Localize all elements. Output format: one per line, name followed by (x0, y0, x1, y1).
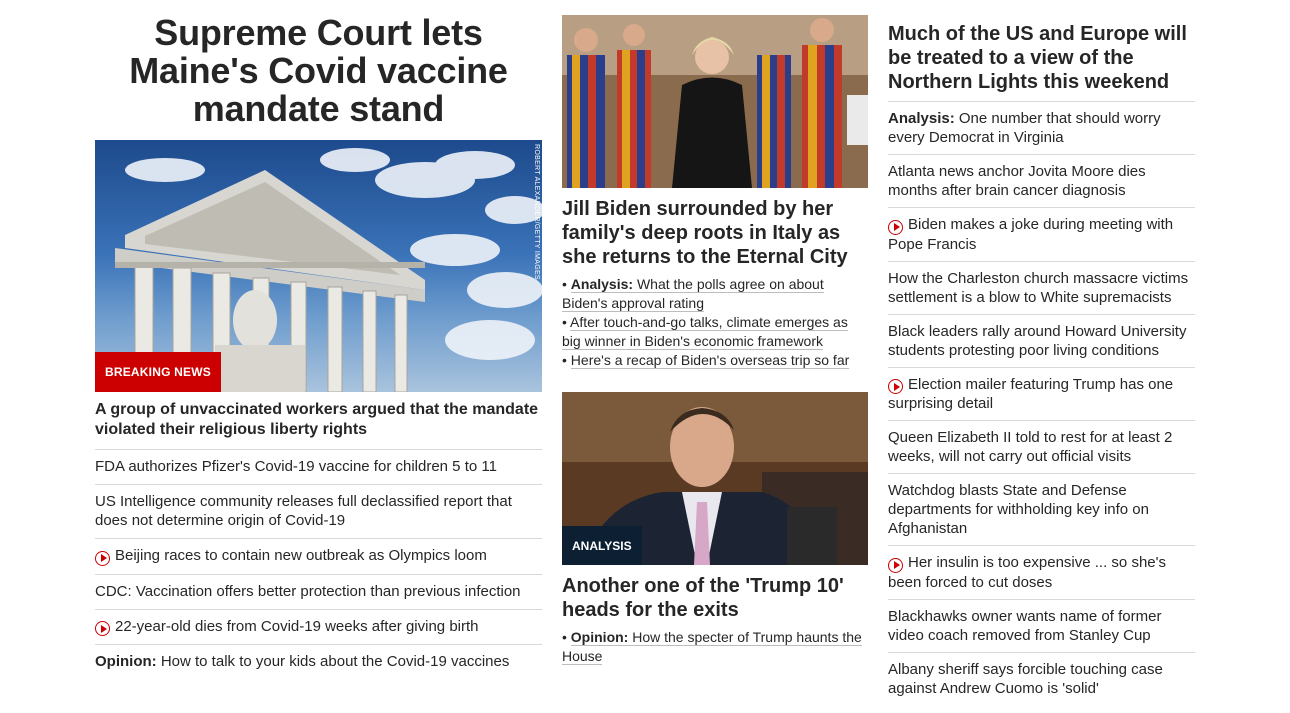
supreme-court-photo[interactable]: ROBERT ALEXANDER/GETTY IMAGES BREAKING N… (95, 140, 542, 392)
analysis-badge: ANALYSIS (562, 526, 642, 565)
northern-lights-headline[interactable]: Much of the US and Europe will be treate… (888, 22, 1195, 102)
story-link[interactable]: Election mailer featuring Trump has one … (888, 376, 1173, 413)
trump-10-photo[interactable]: ANALYSIS (562, 392, 868, 565)
list-item[interactable]: Albany sheriff says forcible touching ca… (888, 653, 1195, 705)
list-item[interactable]: Election mailer featuring Trump has one … (888, 368, 1195, 421)
list-item[interactable]: • Here's a recap of Biden's overseas tri… (562, 351, 868, 370)
list-item[interactable]: Watchdog blasts State and Defense depart… (888, 474, 1195, 546)
list-item[interactable]: • After touch-and-go talks, climate emer… (562, 313, 868, 351)
play-video-icon (888, 219, 903, 235)
list-item[interactable]: Her insulin is too expensive ... so she'… (888, 546, 1195, 600)
story-link[interactable]: Albany sheriff says forcible touching ca… (888, 661, 1163, 697)
list-item[interactable]: Opinion: How to talk to your kids about … (95, 645, 542, 679)
story-link[interactable]: How the Charleston church massacre victi… (888, 270, 1188, 306)
trump-10-related-list: • Opinion: How the specter of Trump haun… (562, 628, 868, 666)
jill-biden-photo[interactable] (562, 15, 868, 188)
right-column: Much of the US and Europe will be treate… (888, 0, 1195, 705)
story-link[interactable]: Here's a recap of Biden's overseas trip … (570, 352, 850, 369)
list-item[interactable]: Beijing races to contain new outbreak as… (95, 539, 542, 575)
jill-biden-related-list: • Analysis: What the polls agree on abou… (562, 275, 868, 370)
list-item[interactable]: 22-year-old dies from Covid-19 weeks aft… (95, 610, 542, 645)
story-link[interactable]: Atlanta news anchor Jovita Moore dies mo… (888, 163, 1146, 199)
left-story-list: FDA authorizes Pfizer's Covid-19 vaccine… (95, 450, 542, 679)
analysis-label: Analysis: (570, 276, 634, 292)
hero-subheadline[interactable]: A group of unvaccinated workers argued t… (95, 400, 542, 450)
list-item[interactable]: Queen Elizabeth II told to rest for at l… (888, 421, 1195, 474)
jill-biden-headline[interactable]: Jill Biden surrounded by her family's de… (562, 197, 868, 269)
story-link[interactable]: Queen Elizabeth II told to rest for at l… (888, 429, 1172, 465)
play-video-icon (95, 621, 110, 636)
list-item[interactable]: Atlanta news anchor Jovita Moore dies mo… (888, 155, 1195, 208)
play-video-icon (95, 550, 110, 566)
opinion-label: Opinion: (570, 629, 629, 645)
story-link[interactable]: Watchdog blasts State and Defense depart… (888, 482, 1149, 537)
story-link[interactable]: Her insulin is too expensive ... so she'… (888, 554, 1166, 591)
breaking-news-badge: BREAKING NEWS (95, 352, 221, 392)
story-link[interactable]: Biden makes a joke during meeting with P… (888, 216, 1173, 253)
story-link[interactable]: Black leaders rally around Howard Univer… (888, 323, 1186, 359)
list-item[interactable]: • Analysis: What the polls agree on abou… (562, 275, 868, 313)
opinion-label: Opinion: (95, 653, 157, 670)
list-item[interactable]: Biden makes a joke during meeting with P… (888, 208, 1195, 262)
list-item[interactable]: Analysis: One number that should worry e… (888, 102, 1195, 155)
list-item[interactable]: How the Charleston church massacre victi… (888, 262, 1195, 315)
list-item[interactable]: US Intelligence community releases full … (95, 485, 542, 539)
analysis-label: Analysis: (888, 110, 955, 127)
play-video-icon (888, 557, 903, 573)
right-story-list: Analysis: One number that should worry e… (888, 102, 1195, 705)
middle-column: Jill Biden surrounded by her family's de… (562, 0, 868, 666)
list-item[interactable]: Blackhawks owner wants name of former vi… (888, 600, 1195, 653)
story-link[interactable]: 22-year-old dies from Covid-19 weeks aft… (115, 618, 479, 635)
story-link[interactable]: Blackhawks owner wants name of former vi… (888, 608, 1161, 644)
list-item[interactable]: CDC: Vaccination offers better protectio… (95, 575, 542, 610)
story-link[interactable]: Beijing races to contain new outbreak as… (115, 547, 487, 564)
list-item[interactable]: FDA authorizes Pfizer's Covid-19 vaccine… (95, 450, 542, 485)
left-column: Supreme Court lets Maine's Covid vaccine… (95, 0, 542, 679)
play-video-icon (888, 379, 903, 394)
story-link[interactable]: After touch-and-go talks, climate emerge… (562, 314, 848, 350)
story-link[interactable]: FDA authorizes Pfizer's Covid-19 vaccine… (95, 458, 497, 475)
hero-headline[interactable]: Supreme Court lets Maine's Covid vaccine… (95, 14, 542, 128)
jill-biden-illustration (562, 15, 868, 188)
trump-10-headline[interactable]: Another one of the 'Trump 10' heads for … (562, 574, 868, 622)
photo-credit: ROBERT ALEXANDER/GETTY IMAGES (533, 144, 540, 280)
list-item[interactable]: Black leaders rally around Howard Univer… (888, 315, 1195, 368)
story-link[interactable]: How to talk to your kids about the Covid… (161, 653, 510, 670)
list-item[interactable]: • Opinion: How the specter of Trump haun… (562, 628, 868, 666)
story-link[interactable]: CDC: Vaccination offers better protectio… (95, 583, 521, 600)
story-link[interactable]: US Intelligence community releases full … (95, 493, 512, 529)
